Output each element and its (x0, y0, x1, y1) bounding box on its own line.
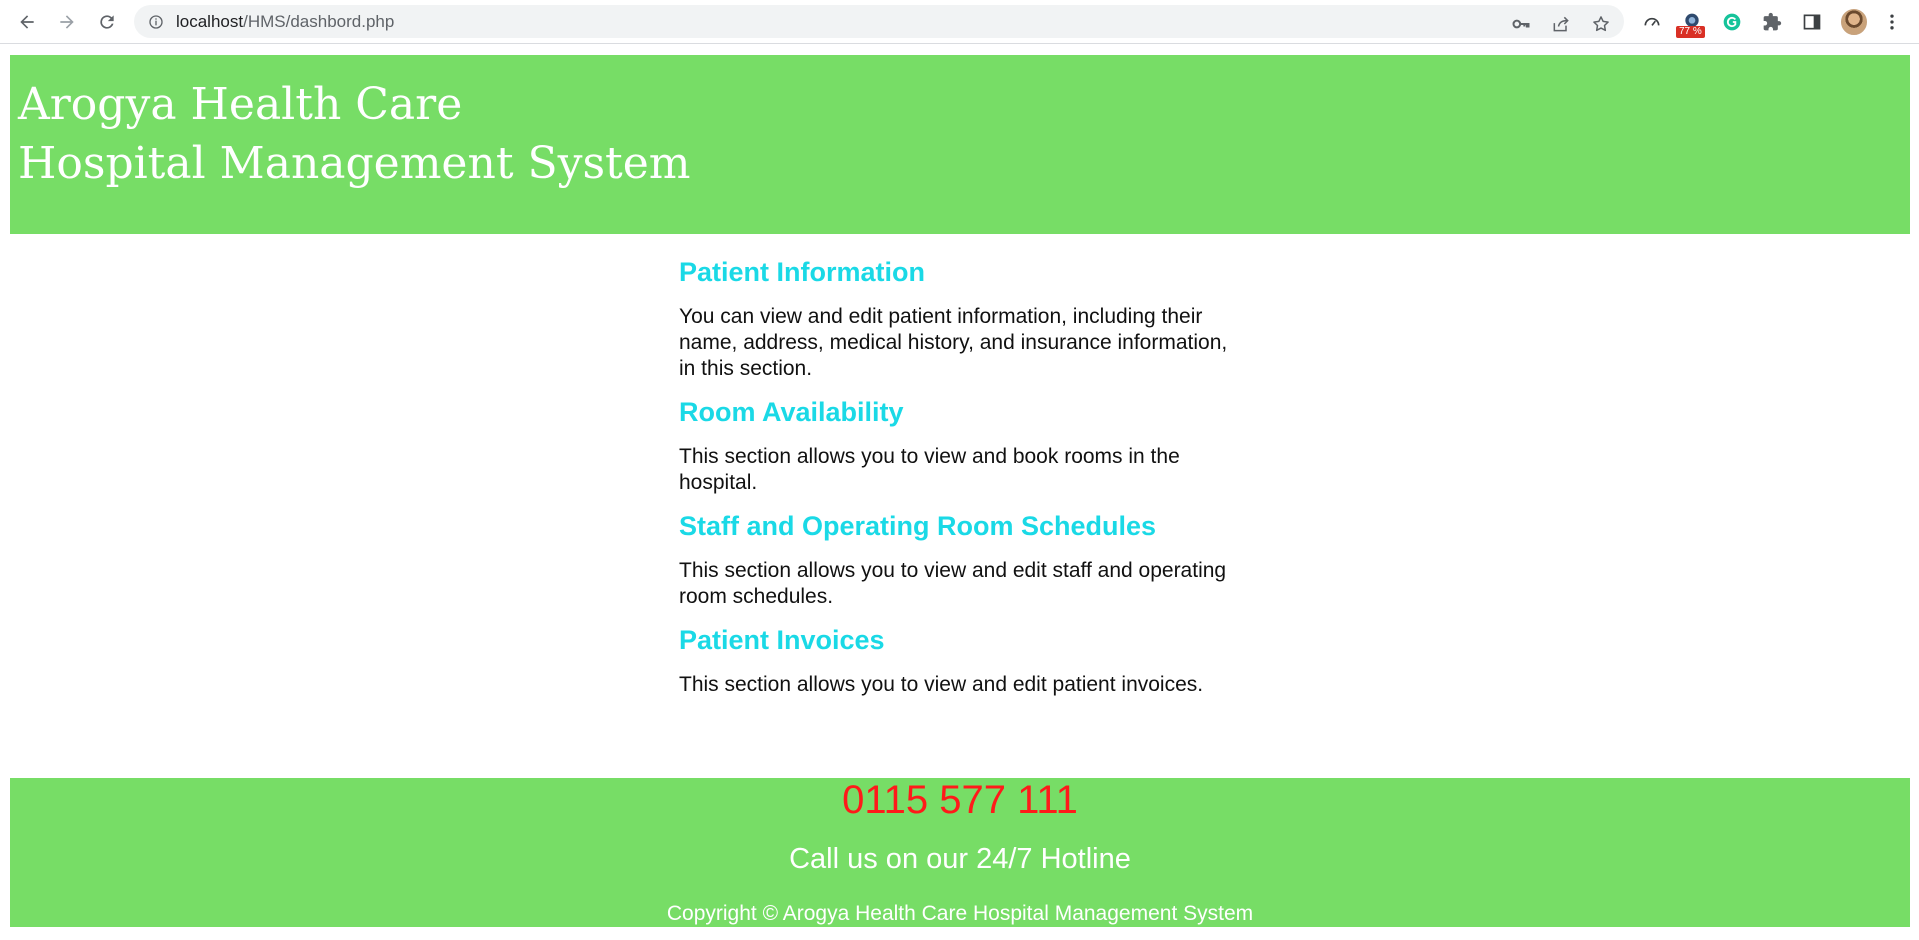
browser-toolbar: localhost/HMS/dashbord.php 77 % (0, 0, 1919, 44)
grammarly-icon (1723, 13, 1741, 31)
url-path: /HMS/dashbord.php (243, 11, 395, 31)
site-header: Arogya Health Care Hospital Management S… (10, 55, 1910, 234)
side-panel-icon (1803, 14, 1821, 30)
dashboard-content: Patient Information You can view and edi… (679, 252, 1239, 708)
bookmark-button[interactable] (1590, 13, 1612, 35)
puzzle-icon (1763, 12, 1782, 31)
back-icon (20, 15, 34, 29)
grammarly-button[interactable] (1720, 10, 1744, 34)
share-button[interactable] (1550, 13, 1572, 35)
section-staff-schedules: Staff and Operating Room Schedules This … (679, 506, 1239, 610)
site-footer: 0115 577 111 Call us on our 24/7 Hotline… (10, 778, 1910, 927)
site-title-line2: Hospital Management System (18, 138, 691, 189)
extension-badge: 77 % (1676, 26, 1705, 38)
address-bar[interactable]: localhost/HMS/dashbord.php (134, 5, 1624, 38)
section-title: Patient Information (679, 257, 926, 287)
extensions-menu-button[interactable] (1760, 10, 1784, 34)
avatar[interactable] (1841, 9, 1867, 35)
star-icon (1593, 16, 1609, 32)
performance-extension[interactable] (1640, 10, 1664, 34)
reload-icon (100, 15, 114, 29)
section-text: This section allows you to view and book… (679, 445, 1180, 494)
site-title: Arogya Health Care Hospital Management S… (18, 75, 691, 193)
section-patient-invoices: Patient Invoices This section allows you… (679, 620, 1239, 698)
url-text[interactable]: localhost/HMS/dashbord.php (176, 12, 394, 32)
hotline-number: 0115 577 111 (842, 778, 1078, 822)
password-key-button[interactable] (1510, 13, 1532, 35)
share-icon (1553, 16, 1569, 32)
speedometer-icon (1644, 17, 1660, 26)
section-text: This section allows you to view and edit… (679, 673, 1204, 696)
reload-button[interactable] (94, 9, 120, 35)
section-room-availability: Room Availability This section allows yo… (679, 392, 1239, 496)
menu-icon (1890, 14, 1894, 30)
section-title: Room Availability (679, 397, 904, 427)
browser-menu-button[interactable] (1880, 10, 1904, 34)
forward-icon (60, 15, 74, 29)
section-patient-information: Patient Information You can view and edi… (679, 252, 1239, 382)
copyright-text: Copyright © Arogya Health Care Hospital … (666, 902, 1254, 925)
back-button[interactable] (14, 9, 40, 35)
url-host: localhost (176, 11, 244, 31)
section-text: This section allows you to view and edit… (679, 559, 1227, 608)
section-title: Patient Invoices (679, 625, 885, 655)
forward-button[interactable] (54, 9, 80, 35)
hotline-label: Call us on our 24/7 Hotline (789, 843, 1131, 875)
section-title: Staff and Operating Room Schedules (679, 511, 1157, 541)
side-panel-button[interactable] (1800, 10, 1824, 34)
site-info-icon[interactable] (148, 14, 164, 30)
site-title-line1: Arogya Health Care (18, 79, 463, 130)
key-icon (1512, 19, 1530, 29)
section-text: You can view and edit patient informatio… (679, 305, 1228, 380)
